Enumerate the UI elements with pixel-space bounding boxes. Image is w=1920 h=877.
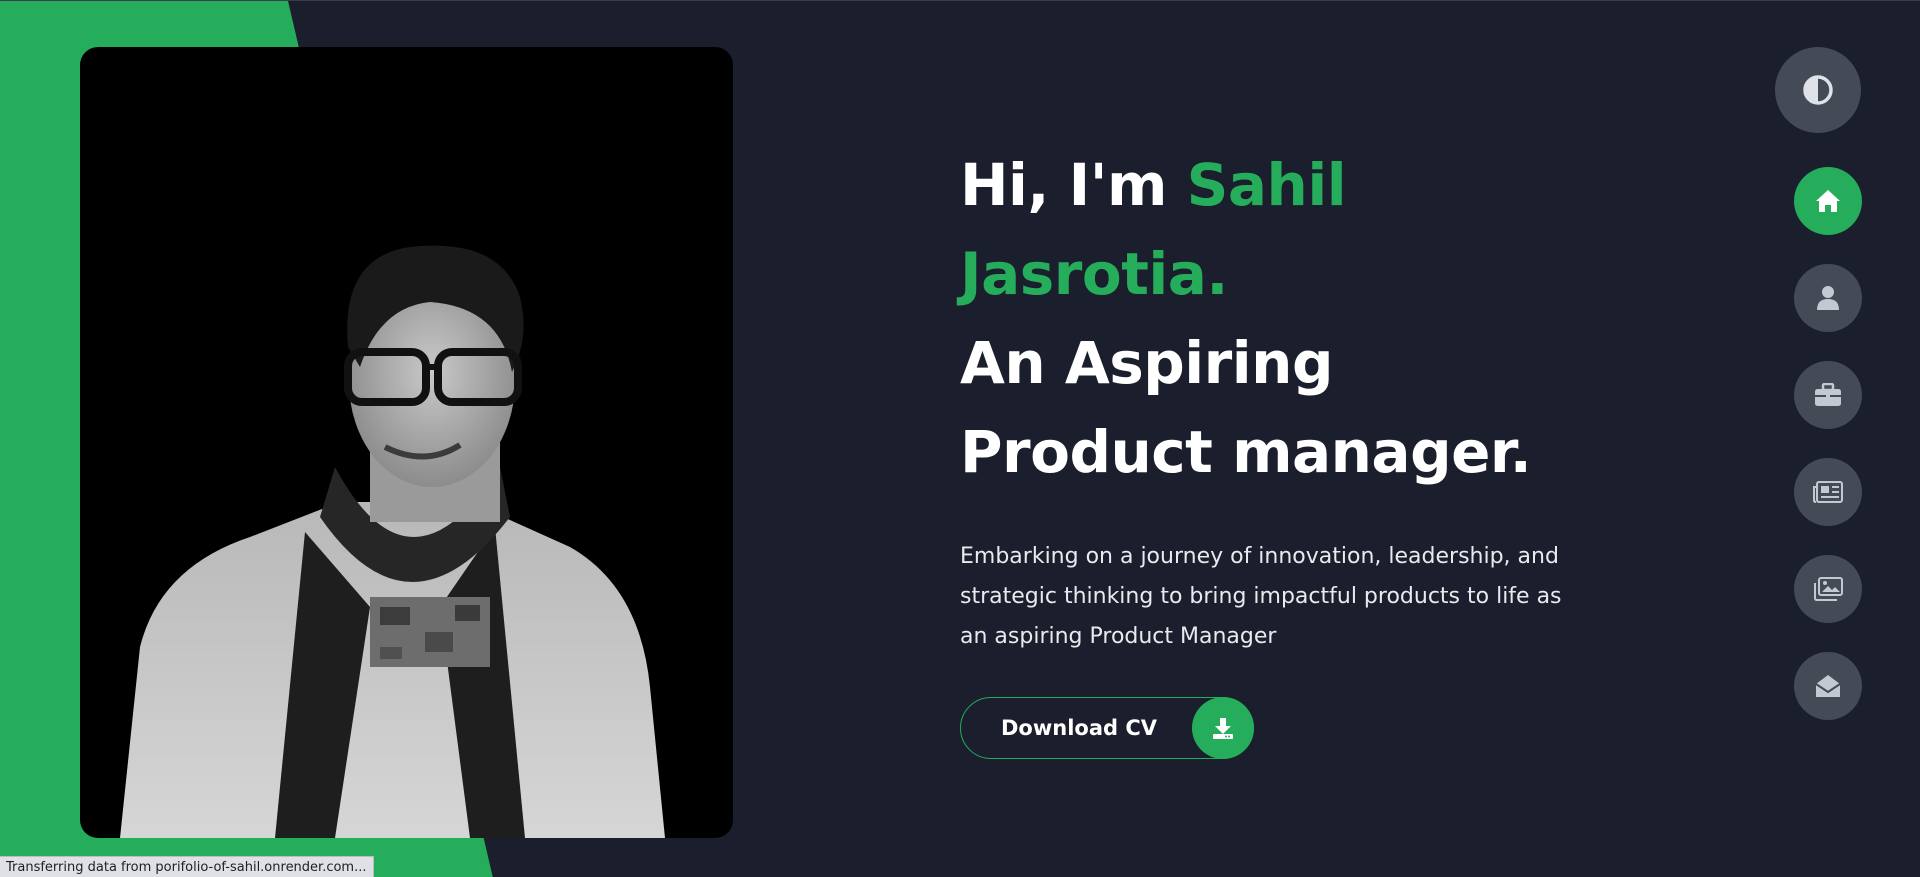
headline-line-1: Hi, I'm Sahil bbox=[960, 141, 1600, 230]
role-line-2: Product manager. bbox=[960, 418, 1532, 486]
briefcase-icon bbox=[1815, 383, 1841, 406]
nav-services[interactable] bbox=[1794, 361, 1862, 429]
home-icon bbox=[1816, 190, 1840, 212]
profile-photo bbox=[80, 47, 733, 838]
greeting-text: Hi, I'm bbox=[960, 151, 1187, 219]
download-cv-button[interactable]: Download CV bbox=[960, 697, 1254, 759]
nav-blog[interactable] bbox=[1794, 458, 1862, 526]
hero-description: Embarking on a journey of innovation, le… bbox=[960, 544, 1562, 649]
contrast-icon bbox=[1803, 75, 1833, 105]
images-icon bbox=[1814, 577, 1843, 601]
last-name: Jasrotia. bbox=[960, 240, 1228, 308]
role-line-1: An Aspiring bbox=[960, 329, 1333, 397]
browser-status-bar: Transferring data from porifolio-of-sahi… bbox=[0, 856, 374, 877]
theme-toggle-button[interactable] bbox=[1775, 47, 1861, 133]
user-icon bbox=[1817, 286, 1839, 310]
envelope-open-icon bbox=[1815, 675, 1841, 697]
download-cv-label: Download CV bbox=[1001, 716, 1158, 740]
hero-section: Hi, I'm Sahil Jasrotia. An Aspiring Prod… bbox=[960, 141, 1600, 759]
nav-about[interactable] bbox=[1794, 264, 1862, 332]
nav-contact[interactable] bbox=[1794, 652, 1862, 720]
page: Hi, I'm Sahil Jasrotia. An Aspiring Prod… bbox=[0, 0, 1920, 877]
portrait-image bbox=[120, 245, 665, 838]
first-name: Sahil bbox=[1186, 151, 1347, 219]
newspaper-icon bbox=[1813, 481, 1843, 503]
download-icon bbox=[1192, 697, 1254, 759]
nav-home[interactable] bbox=[1794, 167, 1862, 235]
hero-headline: Hi, I'm Sahil Jasrotia. An Aspiring Prod… bbox=[960, 141, 1600, 497]
nav-portfolio[interactable] bbox=[1794, 555, 1862, 623]
side-navigation bbox=[1794, 167, 1862, 749]
